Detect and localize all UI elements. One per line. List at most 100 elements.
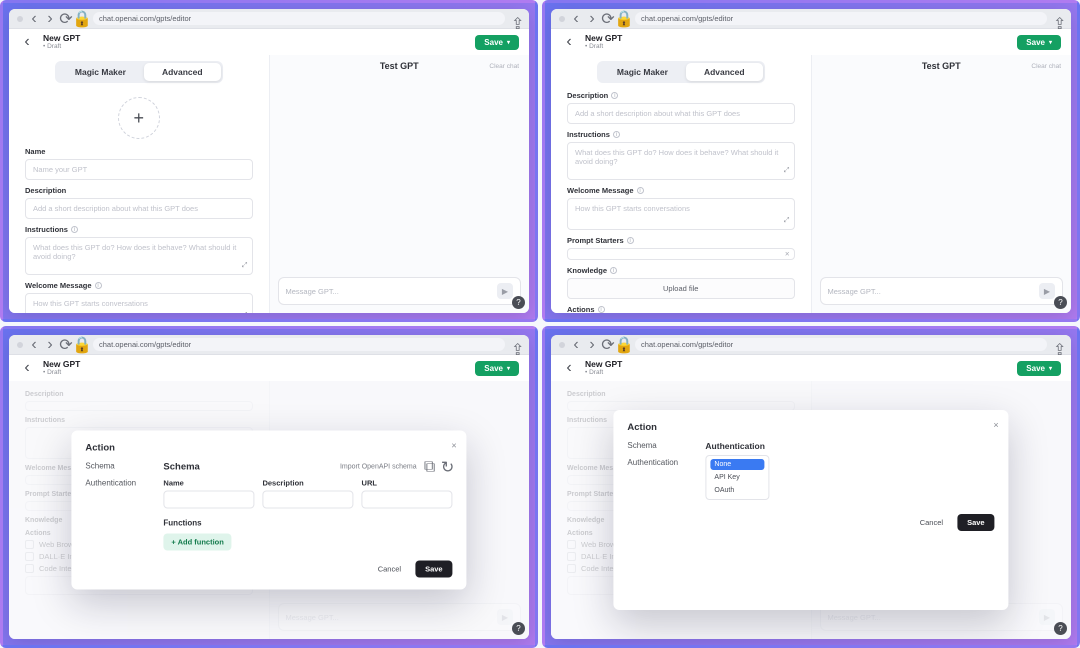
save-button[interactable]: Save <box>1017 35 1061 50</box>
back-nav-icon[interactable]: ‹ <box>571 14 581 24</box>
reload-icon[interactable]: ⟳ <box>603 340 613 350</box>
share-icon[interactable]: ⇪ <box>511 340 521 350</box>
schema-url-input[interactable] <box>362 491 453 509</box>
modal-save-button[interactable]: Save <box>957 514 995 531</box>
instr-textarea[interactable]: What does this GPT do? How does it behav… <box>567 142 795 180</box>
expand-icon[interactable]: ⤢ <box>784 167 790 175</box>
modal-tab-schema[interactable]: Schema <box>627 441 691 450</box>
cancel-button[interactable]: Cancel <box>912 514 951 531</box>
info-icon[interactable]: i <box>95 282 102 289</box>
welcome-input[interactable]: How this GPT starts conversations⤢ <box>567 198 795 230</box>
page-header: ‹ New GPT • Draft Save <box>9 29 529 55</box>
add-function-button[interactable]: + Add function <box>163 534 231 551</box>
address-bar[interactable]: chat.openai.com/gpts/editor <box>93 12 505 25</box>
expand-icon[interactable]: ⤢ <box>242 262 248 270</box>
browser-chrome: ‹ › ⟳ 🔒 chat.openai.com/gpts/editor ⇪ <box>551 335 1071 355</box>
copy-icon[interactable]: ⧉ <box>425 462 435 472</box>
clear-chat[interactable]: Clear chat <box>489 63 519 70</box>
lock-icon: 🔒 <box>77 340 87 350</box>
action-modal: Action × Schema Authentication Authentic… <box>613 410 1008 610</box>
info-icon[interactable]: i <box>637 187 644 194</box>
tab-advanced[interactable]: Advanced <box>144 63 221 81</box>
modal-tab-auth[interactable]: Authentication <box>85 479 149 488</box>
starter-input[interactable]: × <box>567 248 795 260</box>
modal-tab-auth[interactable]: Authentication <box>627 458 691 467</box>
back-nav-icon[interactable]: ‹ <box>29 340 39 350</box>
fwd-nav-icon[interactable]: › <box>587 14 597 24</box>
expand-icon[interactable]: ⤢ <box>784 217 790 225</box>
address-bar[interactable]: chat.openai.com/gpts/editor <box>93 338 505 351</box>
preview-title: Test GPT <box>380 61 419 71</box>
config-tabs: Magic Maker Advanced <box>55 61 223 83</box>
modal-save-button[interactable]: Save <box>415 561 453 578</box>
page-subtitle: • Draft <box>43 43 80 50</box>
tab-magic[interactable]: Magic Maker <box>599 63 686 81</box>
fwd-nav-icon[interactable]: › <box>45 340 55 350</box>
schema-name-input[interactable] <box>163 491 254 509</box>
save-button[interactable]: Save <box>475 35 519 50</box>
tab-advanced[interactable]: Advanced <box>686 63 763 81</box>
upload-button[interactable]: Upload file <box>567 278 795 299</box>
modal-tab-schema[interactable]: Schema <box>85 462 149 471</box>
fwd-nav-icon[interactable]: › <box>45 14 55 24</box>
help-button[interactable]: ? <box>1054 296 1067 309</box>
share-icon[interactable]: ⇪ <box>511 14 521 24</box>
message-input[interactable]: Message GPT... ▶ <box>820 277 1064 305</box>
auth-select[interactable]: None API Key OAuth <box>705 455 769 500</box>
address-bar[interactable]: chat.openai.com/gpts/editor <box>635 12 1047 25</box>
reload-icon[interactable]: ⟳ <box>61 340 71 350</box>
info-icon[interactable]: i <box>598 306 605 313</box>
remove-icon[interactable]: × <box>785 250 790 259</box>
send-button[interactable]: ▶ <box>497 283 513 299</box>
back-button[interactable]: ‹ <box>561 34 577 50</box>
back-nav-icon[interactable]: ‹ <box>29 14 39 24</box>
tab-magic[interactable]: Magic Maker <box>57 63 144 81</box>
help-button[interactable]: ? <box>1054 622 1067 635</box>
cancel-button[interactable]: Cancel <box>370 561 409 578</box>
auth-opt-apikey[interactable]: API Key <box>710 472 764 483</box>
welcome-label: Welcome Messagei <box>567 186 795 195</box>
desc-input[interactable]: Add a short description about what this … <box>25 198 253 219</box>
back-button[interactable]: ‹ <box>19 360 35 376</box>
send-button[interactable]: ▶ <box>1039 283 1055 299</box>
auth-opt-oauth[interactable]: OAuth <box>710 485 764 496</box>
welcome-input[interactable]: How this GPT starts conversations⤢ <box>25 293 253 313</box>
refresh-icon[interactable]: ↻ <box>443 462 453 472</box>
help-button[interactable]: ? <box>512 622 525 635</box>
share-icon[interactable]: ⇪ <box>1053 14 1063 24</box>
fwd-nav-icon[interactable]: › <box>587 340 597 350</box>
page-title: New GPT <box>585 360 622 369</box>
clear-chat[interactable]: Clear chat <box>1031 63 1061 70</box>
desc-input[interactable]: Add a short description about what this … <box>567 103 795 124</box>
reload-icon[interactable]: ⟳ <box>61 14 71 24</box>
message-input[interactable]: Message GPT... ▶ <box>278 277 522 305</box>
close-icon[interactable]: × <box>993 420 998 430</box>
address-bar[interactable]: chat.openai.com/gpts/editor <box>635 338 1047 351</box>
import-schema[interactable]: Import OpenAPI schema <box>340 464 417 471</box>
instr-textarea[interactable]: What does this GPT do? How does it behav… <box>25 237 253 275</box>
back-nav-icon[interactable]: ‹ <box>571 340 581 350</box>
browser-chrome: ‹ › ⟳ 🔒 chat.openai.com/gpts/editor ⇪ <box>551 9 1071 29</box>
info-icon[interactable]: i <box>613 131 620 138</box>
info-icon[interactable]: i <box>71 226 78 233</box>
expand-icon[interactable]: ⤢ <box>242 312 248 313</box>
share-icon[interactable]: ⇪ <box>1053 340 1063 350</box>
save-button[interactable]: Save <box>1017 361 1061 376</box>
save-button[interactable]: Save <box>475 361 519 376</box>
message-placeholder: Message GPT... <box>828 287 1040 296</box>
reload-icon[interactable]: ⟳ <box>603 14 613 24</box>
help-button[interactable]: ? <box>512 296 525 309</box>
modal-title: Action <box>85 443 452 454</box>
schema-desc-input[interactable] <box>262 491 353 509</box>
name-input[interactable]: Name your GPT <box>25 159 253 180</box>
info-icon[interactable]: i <box>627 237 634 244</box>
info-icon[interactable]: i <box>611 92 618 99</box>
avatar-add[interactable]: + <box>118 97 160 139</box>
close-icon[interactable]: × <box>451 441 456 451</box>
info-icon[interactable]: i <box>610 267 617 274</box>
auth-opt-none[interactable]: None <box>710 459 764 470</box>
back-button[interactable]: ‹ <box>19 34 35 50</box>
page-header: ‹ New GPT • Draft Save <box>551 29 1071 55</box>
back-button[interactable]: ‹ <box>561 360 577 376</box>
schema-heading: Schema <box>163 462 199 473</box>
